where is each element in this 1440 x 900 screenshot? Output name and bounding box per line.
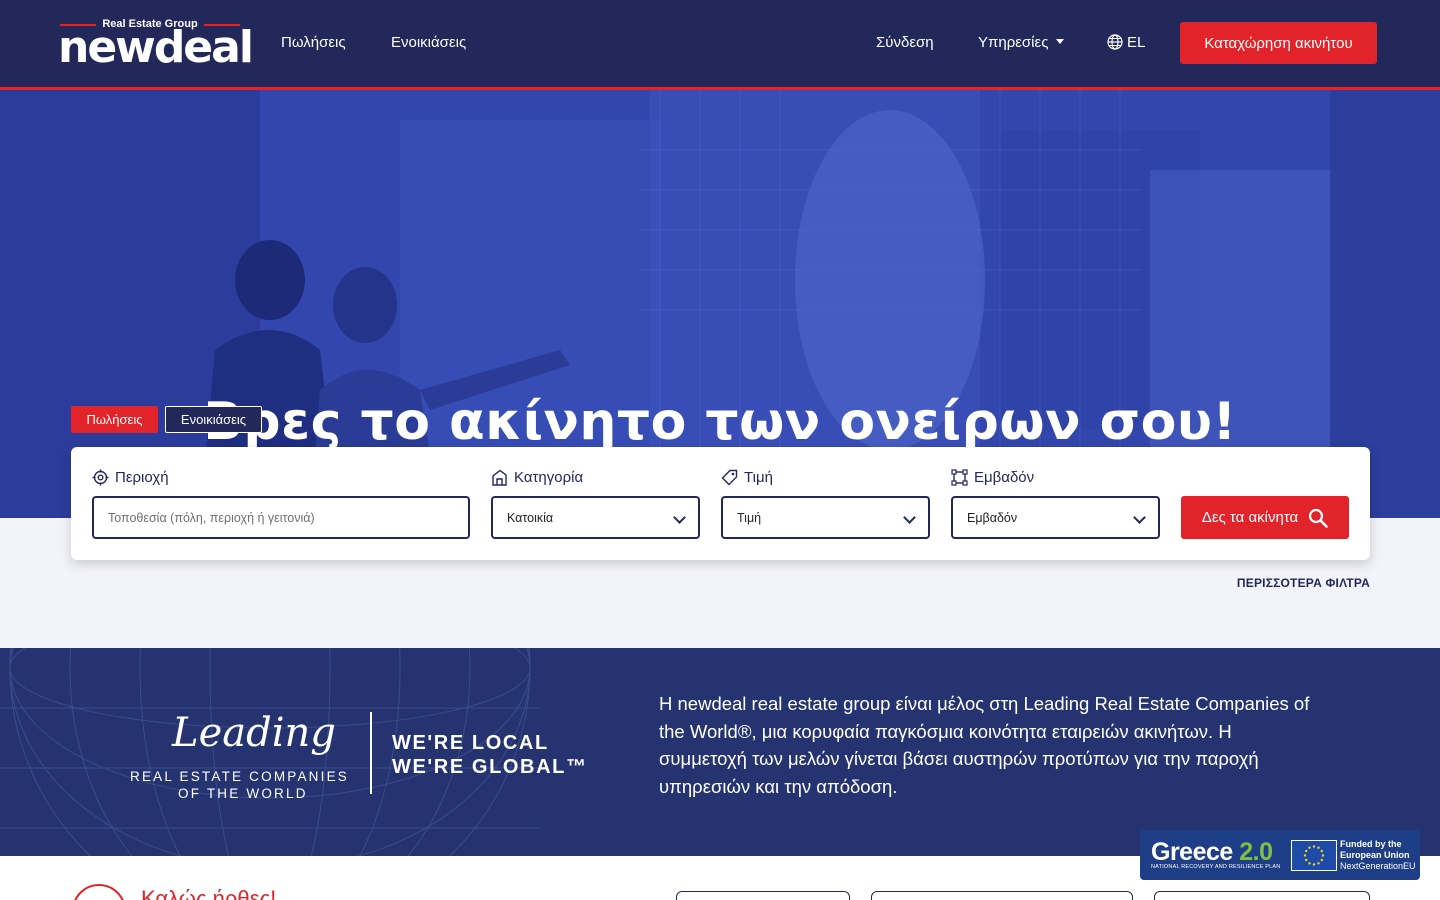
eu-star [1308, 862, 1311, 865]
greece-version: 2.0 [1239, 838, 1273, 866]
area-input[interactable]: Τοποθεσία (πόλη, περιοχή ή γειτονιά) [92, 496, 470, 539]
language-selector[interactable]: EL [1107, 34, 1145, 51]
search-form: Περιοχή Τοποθεσία (πόλη, περιοχή ή γειτο… [71, 447, 1370, 560]
leading-subtitle-1: REAL ESTATE COMPANIES [130, 769, 349, 784]
welcome-heading: Καλώς ήρθες! [141, 886, 277, 900]
eu-star [1308, 846, 1311, 849]
chevron-down-icon [673, 511, 686, 524]
eu-stars-icon [1303, 845, 1325, 866]
more-filters-link[interactable]: ΠΕΡΙΣΣΟΤΕΡΑ ΦΙΛΤΡΑ [1100, 576, 1370, 590]
size-label-text: Εμβαδόν [974, 469, 1035, 486]
tab-sales[interactable]: Πωλήσεις [71, 406, 158, 433]
eu-star [1321, 854, 1325, 857]
eu-star [1317, 862, 1320, 865]
size-value: Εμβαδόν [967, 510, 1018, 525]
price-select[interactable]: Τιμή [721, 496, 930, 539]
site-header: Real Estate Group newdeal Πωλήσεις Ενοικ… [0, 0, 1440, 90]
location-target-icon [92, 469, 109, 486]
eu-flag-icon [1291, 840, 1337, 871]
greece-word: Greece [1151, 838, 1233, 866]
tab-rentals[interactable]: Ενοικιάσεις [165, 406, 262, 433]
chevron-down-icon [903, 511, 916, 524]
search-properties-button[interactable]: Δες τα ακίνητα [1181, 496, 1349, 539]
stat-card[interactable] [871, 891, 1133, 900]
eu-star [1303, 854, 1307, 857]
price-value: Τιμή [737, 510, 762, 525]
stat-card[interactable] [1154, 891, 1370, 900]
eu-funding-text: Funded by the European Union NextGenerat… [1340, 839, 1416, 872]
eu-star [1320, 849, 1323, 853]
greece-2-0-logo: Greece 2.0 [1151, 838, 1273, 867]
category-label-text: Κατηγορία [514, 469, 584, 486]
were-local-text: WE'RE LOCAL [392, 732, 549, 754]
divider [370, 712, 372, 794]
price-tag-icon [721, 469, 738, 486]
size-select[interactable]: Εμβαδόν [951, 496, 1160, 539]
size-label: Εμβαδόν [951, 469, 1034, 486]
nav-login[interactable]: Σύνδεση [876, 34, 934, 51]
chevron-down-icon [1056, 39, 1065, 44]
recovery-plan-text: NATIONAL RECOVERY AND RESILIENCE PLAN [1151, 864, 1281, 870]
category-select[interactable]: Κατοικία [491, 496, 700, 539]
stat-card[interactable] [676, 891, 850, 900]
language-label: EL [1127, 34, 1146, 51]
area-label-text: Περιοχή [115, 469, 169, 486]
nav-rentals[interactable]: Ενοικιάσεις [391, 34, 466, 51]
house-icon [492, 469, 507, 486]
category-label: Κατηγορία [491, 469, 583, 486]
were-global-text: WE'RE GLOBAL™ [392, 756, 588, 778]
area-label: Περιοχή [92, 469, 169, 486]
search-button-label: Δες τα ακίνητα [1201, 509, 1299, 526]
eu-star [1312, 845, 1316, 848]
greece-2-0-eu-badge[interactable]: Greece 2.0 NATIONAL RECOVERY AND RESILIE… [1140, 830, 1420, 880]
eu-star [1317, 846, 1320, 849]
price-label: Τιμή [721, 469, 773, 486]
funded-line-1: Funded by the [1340, 839, 1402, 849]
services-label: Υπηρεσίες [978, 34, 1049, 51]
nav-services-dropdown[interactable]: Υπηρεσίες [978, 34, 1065, 51]
price-label-text: Τιμή [744, 469, 773, 486]
leading-subtitle-2: OF THE WORLD [178, 786, 308, 801]
area-size-icon [951, 469, 968, 486]
newdeal-logo[interactable]: Real Estate Group newdeal [58, 14, 254, 74]
eu-star [1305, 858, 1308, 862]
leading-rec-band: Leading REAL ESTATE COMPANIES OF THE WOR… [0, 648, 1440, 856]
eu-star [1305, 849, 1308, 853]
logo-wordmark: newdeal [58, 22, 254, 73]
leading-script-logo: Leading [172, 710, 336, 756]
search-icon [1309, 508, 1328, 528]
welcome-icon [72, 884, 126, 900]
eu-star [1320, 858, 1323, 862]
category-value: Κατοικία [507, 510, 554, 525]
eu-star [1312, 863, 1316, 866]
funded-line-2: European Union [1340, 850, 1410, 860]
nav-sales[interactable]: Πωλήσεις [281, 34, 346, 51]
globe-icon [1107, 34, 1123, 50]
chevron-down-icon [1133, 511, 1146, 524]
funded-line-3: NextGenerationEU [1340, 861, 1416, 871]
leading-description: Η newdeal real estate group είναι μέλος … [659, 693, 1310, 797]
list-property-button[interactable]: Καταχώρηση ακινήτου [1180, 22, 1377, 64]
